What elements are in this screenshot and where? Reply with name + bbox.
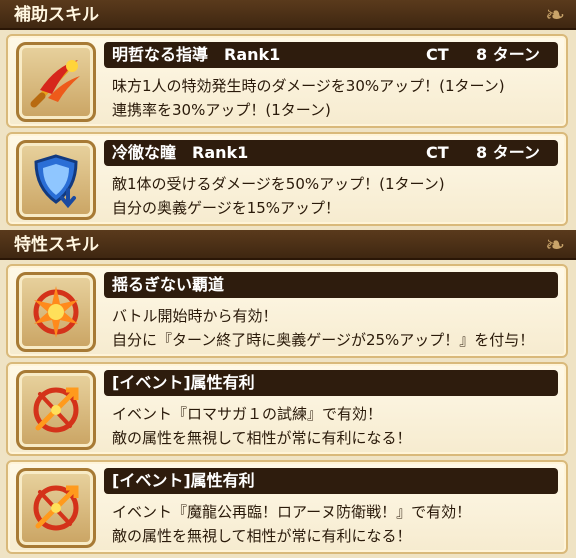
- trait-description: イベント『魔龍公再臨！ロアーヌ防衛戦！』で有効！ 敵の属性を無視して相性が常に有…: [112, 500, 556, 548]
- ribbon-ornament-icon: ❧: [544, 231, 566, 259]
- sun-burst-icon: [16, 272, 96, 352]
- crossed-arrows-icon: [16, 468, 96, 548]
- skill-cooldown: 8 ターン: [476, 143, 540, 162]
- description-line: イベント『ロマサガ１の試練』で有効！: [112, 405, 383, 423]
- trait-card-3[interactable]: [イベント]属性有利 イベント『魔龍公再臨！ロアーヌ防衛戦！』で有効！ 敵の属性…: [6, 460, 568, 554]
- description-line: 自分に『ターン終了時に奥義ゲージが25%アップ！』を付与！: [112, 331, 535, 349]
- crossed-arrows-icon: [16, 370, 96, 450]
- trait-description: イベント『ロマサガ１の試練』で有効！ 敵の属性を無視して相性が常に有利になる！: [112, 402, 556, 450]
- support-skills-header: 補助スキル ❧: [0, 0, 576, 30]
- ribbon-ornament-icon: ❧: [544, 1, 566, 29]
- trait-description: バトル開始時から有効！ 自分に『ターン終了時に奥義ゲージが25%アップ！』を付与…: [112, 304, 556, 352]
- skill-description: 敵1体の受けるダメージを50%アップ！(1ターン) 自分の奥義ゲージを15%アッ…: [112, 172, 556, 220]
- skill-cooldown: 8 ターン: [476, 45, 540, 64]
- trait-card-1[interactable]: 揺るぎない覇道 バトル開始時から有効！ 自分に『ターン終了時に奥義ゲージが25%…: [6, 264, 568, 358]
- description-line: 味方1人の特効発生時のダメージを30%アップ！(1ターン): [112, 77, 505, 95]
- description-line: 自分の奥義ゲージを15%アップ！: [112, 199, 341, 217]
- skill-name: 明哲なる指導 Rank1: [112, 45, 281, 64]
- trait-name: [イベント]属性有利: [112, 373, 255, 392]
- skill-ct-label: CT: [426, 45, 449, 64]
- trait-name: 揺るぎない覇道: [112, 275, 225, 294]
- skill-card-1[interactable]: 明哲なる指導 Rank1 CT 8 ターン 味方1人の特効発生時のダメージを30…: [6, 34, 568, 128]
- skill-ct-label: CT: [426, 143, 449, 162]
- sword-slash-icon: [16, 42, 96, 122]
- skill-description: 味方1人の特効発生時のダメージを30%アップ！(1ターン) 連携率を30%アップ…: [112, 74, 556, 122]
- trait-title-bar: [イベント]属性有利: [104, 370, 558, 396]
- trait-title-bar: [イベント]属性有利: [104, 468, 558, 494]
- description-line: 敵の属性を無視して相性が常に有利になる！: [112, 429, 412, 447]
- description-line: 連携率を30%アップ！(1ターン): [112, 101, 331, 119]
- trait-card-2[interactable]: [イベント]属性有利 イベント『ロマサガ１の試練』で有効！ 敵の属性を無視して相…: [6, 362, 568, 456]
- trait-title-bar: 揺るぎない覇道: [104, 272, 558, 298]
- skill-card-2[interactable]: 冷徹な瞳 Rank1 CT 8 ターン 敵1体の受けるダメージを50%アップ！(…: [6, 132, 568, 226]
- trait-skills-header: 特性スキル ❧: [0, 230, 576, 260]
- skill-name: 冷徹な瞳 Rank1: [112, 143, 249, 162]
- description-line: 敵1体の受けるダメージを50%アップ！(1ターン): [112, 175, 445, 193]
- trait-name: [イベント]属性有利: [112, 471, 255, 490]
- skill-title-bar: 冷徹な瞳 Rank1 CT 8 ターン: [104, 140, 558, 166]
- skill-title-bar: 明哲なる指導 Rank1 CT 8 ターン: [104, 42, 558, 68]
- trait-skills-title: 特性スキル: [14, 235, 99, 255]
- support-skills-title: 補助スキル: [14, 5, 99, 25]
- description-line: イベント『魔龍公再臨！ロアーヌ防衛戦！』で有効！: [112, 503, 472, 521]
- shield-down-icon: [16, 140, 96, 220]
- description-line: 敵の属性を無視して相性が常に有利になる！: [112, 527, 412, 545]
- description-line: バトル開始時から有効！: [112, 307, 278, 325]
